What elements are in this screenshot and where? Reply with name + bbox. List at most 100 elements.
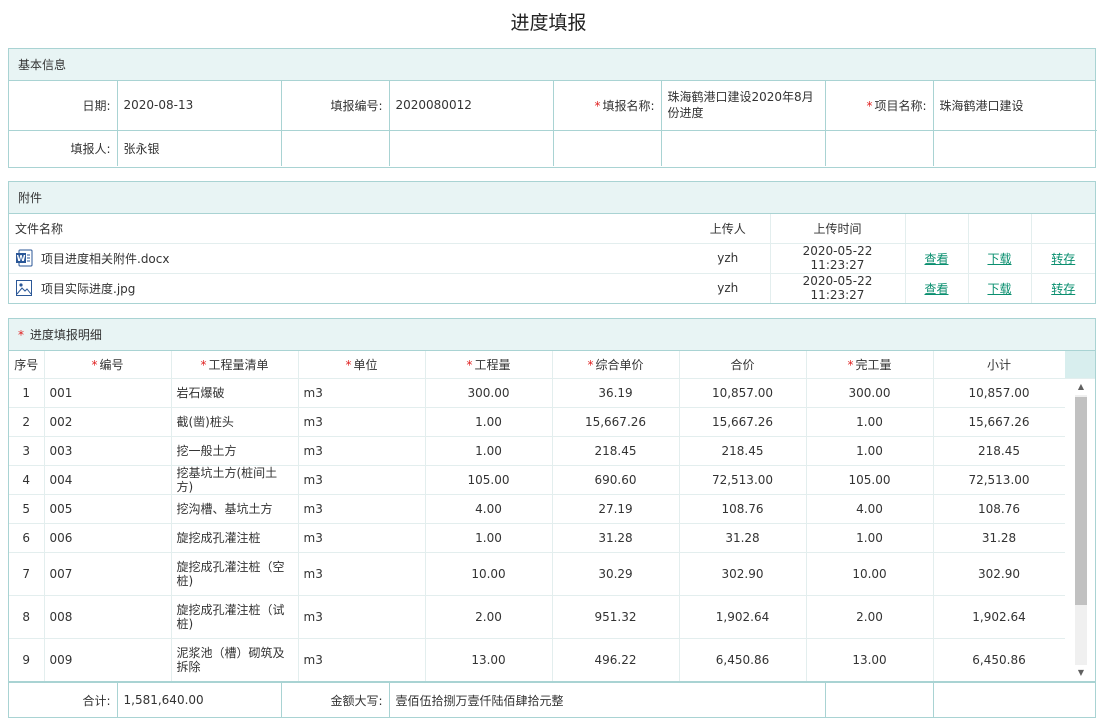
row-code[interactable]: 002 [44, 407, 172, 437]
view-link[interactable]: 查看 [924, 282, 948, 296]
attachment-file-name[interactable]: 项目实际进度.jpg [41, 280, 135, 297]
row-item[interactable]: 挖一般土方 [171, 436, 299, 466]
table-row[interactable]: 4 004 挖基坑土方(桩间土方) m3 105.00 690.60 72,513.00 10… [9, 465, 1066, 495]
row-price[interactable]: 218.45 [552, 436, 680, 466]
table-row[interactable]: 9 009 泥浆池（槽）砌筑及拆除 m3 13.00 496.22 6,450.86 13.0… [9, 638, 1066, 681]
row-item[interactable]: 截(凿)桩头 [171, 407, 299, 437]
row-total[interactable]: 108.76 [679, 494, 807, 524]
row-total[interactable]: 72,513.00 [679, 465, 807, 495]
row-index[interactable]: 1 [9, 378, 45, 408]
attachment-file-name[interactable]: 项目进度相关附件.docx [41, 250, 169, 267]
row-unit[interactable]: m3 [298, 494, 426, 524]
row-subtotal[interactable]: 31.28 [933, 523, 1066, 553]
row-subtotal[interactable]: 302.90 [933, 552, 1066, 596]
row-total[interactable]: 15,667.26 [679, 407, 807, 437]
row-total[interactable]: 218.45 [679, 436, 807, 466]
row-subtotal[interactable]: 218.45 [933, 436, 1066, 466]
row-index[interactable]: 5 [9, 494, 45, 524]
row-done[interactable]: 105.00 [806, 465, 934, 495]
row-price[interactable]: 690.60 [552, 465, 680, 495]
table-row[interactable]: 7 007 旋挖成孔灌注桩（空桩) m3 10.00 30.29 302.90 10.00 30… [9, 552, 1066, 596]
row-index[interactable]: 4 [9, 465, 45, 495]
row-qty[interactable]: 2.00 [425, 595, 553, 639]
row-index[interactable]: 3 [9, 436, 45, 466]
reporter-field[interactable]: 张永银 [116, 129, 282, 166]
row-done[interactable]: 1.00 [806, 523, 934, 553]
row-item[interactable]: 挖基坑土方(桩间土方) [171, 465, 299, 495]
row-code[interactable]: 008 [44, 595, 172, 639]
row-qty[interactable]: 13.00 [425, 638, 553, 681]
row-unit[interactable]: m3 [298, 523, 426, 553]
download-link[interactable]: 下载 [987, 252, 1011, 266]
row-subtotal[interactable]: 10,857.00 [933, 378, 1066, 408]
row-unit[interactable]: m3 [298, 436, 426, 466]
view-link[interactable]: 查看 [924, 252, 948, 266]
row-code[interactable]: 005 [44, 494, 172, 524]
row-qty[interactable]: 300.00 [425, 378, 553, 408]
row-code[interactable]: 004 [44, 465, 172, 495]
row-price[interactable]: 27.19 [552, 494, 680, 524]
row-unit[interactable]: m3 [298, 595, 426, 639]
row-subtotal[interactable]: 72,513.00 [933, 465, 1066, 495]
code-field[interactable]: 2020080012 [388, 81, 554, 131]
row-unit[interactable]: m3 [298, 407, 426, 437]
row-qty[interactable]: 1.00 [425, 523, 553, 553]
row-code[interactable]: 003 [44, 436, 172, 466]
row-price[interactable]: 31.28 [552, 523, 680, 553]
row-total[interactable]: 302.90 [679, 552, 807, 596]
row-unit[interactable]: m3 [298, 552, 426, 596]
row-price[interactable]: 36.19 [552, 378, 680, 408]
row-qty[interactable]: 1.00 [425, 407, 553, 437]
row-item[interactable]: 岩石爆破 [171, 378, 299, 408]
table-row[interactable]: 5 005 挖沟槽、基坑土方 m3 4.00 27.19 108.76 4.00 108.76 [9, 494, 1066, 524]
row-item[interactable]: 旋挖成孔灌注桩（试桩) [171, 595, 299, 639]
row-unit[interactable]: m3 [298, 465, 426, 495]
scrollbar-thumb[interactable] [1075, 397, 1087, 605]
vertical-scrollbar[interactable]: ▲ ▼ [1065, 379, 1095, 681]
row-index[interactable]: 7 [9, 552, 45, 596]
table-row[interactable]: 1 001 岩石爆破 m3 300.00 36.19 10,857.00 300.00 10,8… [9, 378, 1066, 408]
row-code[interactable]: 001 [44, 378, 172, 408]
row-subtotal[interactable]: 1,902.64 [933, 595, 1066, 639]
row-subtotal[interactable]: 6,450.86 [933, 638, 1066, 681]
row-subtotal[interactable]: 15,667.26 [933, 407, 1066, 437]
row-qty[interactable]: 4.00 [425, 494, 553, 524]
report-name-field[interactable]: 珠海鹤港口建设2020年8月份进度 [660, 81, 826, 131]
row-done[interactable]: 1.00 [806, 436, 934, 466]
row-index[interactable]: 6 [9, 523, 45, 553]
row-total[interactable]: 10,857.00 [679, 378, 807, 408]
row-code[interactable]: 006 [44, 523, 172, 553]
row-price[interactable]: 496.22 [552, 638, 680, 681]
row-subtotal[interactable]: 108.76 [933, 494, 1066, 524]
row-done[interactable]: 4.00 [806, 494, 934, 524]
row-item[interactable]: 挖沟槽、基坑土方 [171, 494, 299, 524]
row-index[interactable]: 2 [9, 407, 45, 437]
row-done[interactable]: 2.00 [806, 595, 934, 639]
row-done[interactable]: 1.00 [806, 407, 934, 437]
row-qty[interactable]: 105.00 [425, 465, 553, 495]
row-index[interactable]: 8 [9, 595, 45, 639]
row-done[interactable]: 10.00 [806, 552, 934, 596]
table-row[interactable]: 2 002 截(凿)桩头 m3 1.00 15,667.26 15,667.26 1.00 15… [9, 407, 1066, 437]
row-done[interactable]: 13.00 [806, 638, 934, 681]
date-field[interactable]: 2020-08-13 [116, 81, 282, 131]
table-row[interactable]: 6 006 旋挖成孔灌注桩 m3 1.00 31.28 31.28 1.00 31.28 [9, 523, 1066, 553]
row-price[interactable]: 951.32 [552, 595, 680, 639]
row-unit[interactable]: m3 [298, 638, 426, 681]
row-code[interactable]: 007 [44, 552, 172, 596]
row-index[interactable]: 9 [9, 638, 45, 681]
row-qty[interactable]: 10.00 [425, 552, 553, 596]
project-name-field[interactable]: 珠海鹤港口建设 [932, 81, 1097, 131]
row-total[interactable]: 1,902.64 [679, 595, 807, 639]
row-item[interactable]: 旋挖成孔灌注桩（空桩) [171, 552, 299, 596]
row-price[interactable]: 30.29 [552, 552, 680, 596]
row-item[interactable]: 泥浆池（槽）砌筑及拆除 [171, 638, 299, 681]
row-item[interactable]: 旋挖成孔灌注桩 [171, 523, 299, 553]
save-to-link[interactable]: 转存 [1051, 252, 1075, 266]
scroll-up-arrow-icon[interactable]: ▲ [1076, 382, 1086, 392]
table-row[interactable]: 3 003 挖一般土方 m3 1.00 218.45 218.45 1.00 218.45 [9, 436, 1066, 466]
row-price[interactable]: 15,667.26 [552, 407, 680, 437]
detail-table-container[interactable]: 序号 * 编号 * 工程量清单 * 单位 * 工程量 * 综合单价 合价 * 完工量 小计 … [9, 351, 1095, 681]
table-row[interactable]: 8 008 旋挖成孔灌注桩（试桩) m3 2.00 951.32 1,902.64 2.00 1… [9, 595, 1066, 639]
row-code[interactable]: 009 [44, 638, 172, 681]
